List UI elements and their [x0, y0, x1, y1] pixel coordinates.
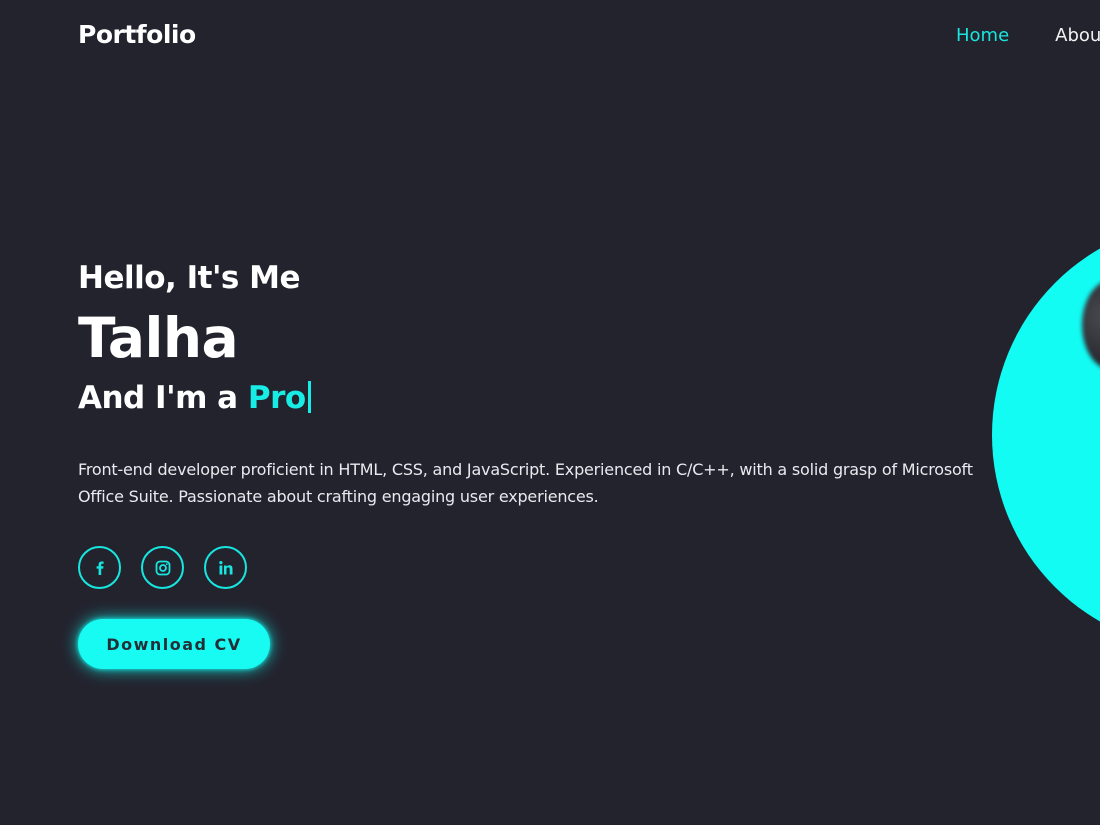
download-cv-button[interactable]: Download CV [78, 619, 270, 669]
social-links [78, 546, 978, 589]
hero-bio: Front-end developer proficient in HTML, … [78, 460, 973, 506]
portfolio-page: Portfolio Home About Hello, It's Me Talh… [0, 0, 1100, 825]
profile-photo [1082, 280, 1100, 370]
nav-link-about[interactable]: About [1055, 25, 1100, 46]
site-logo[interactable]: Portfolio [78, 20, 196, 49]
role-typed-text: Pro [247, 380, 306, 416]
facebook-link[interactable] [78, 546, 121, 589]
facebook-icon [96, 561, 104, 575]
instagram-icon [155, 560, 170, 575]
profile-image [992, 220, 1100, 650]
linkedin-icon [218, 560, 232, 574]
linkedin-link[interactable] [204, 546, 247, 589]
main-nav: Home About [956, 25, 1100, 46]
instagram-link[interactable] [141, 546, 184, 589]
hero-greeting: Hello, It's Me [78, 260, 301, 296]
hero-role: And I'm a Pro [78, 378, 978, 418]
nav-link-home[interactable]: Home [956, 25, 1009, 46]
typing-cursor [307, 381, 311, 413]
role-prefix: And I'm a [78, 380, 238, 416]
hero-name: Talha [78, 306, 239, 370]
hero-section: Hello, It's Me Talha And I'm a Pro Front… [78, 258, 978, 669]
